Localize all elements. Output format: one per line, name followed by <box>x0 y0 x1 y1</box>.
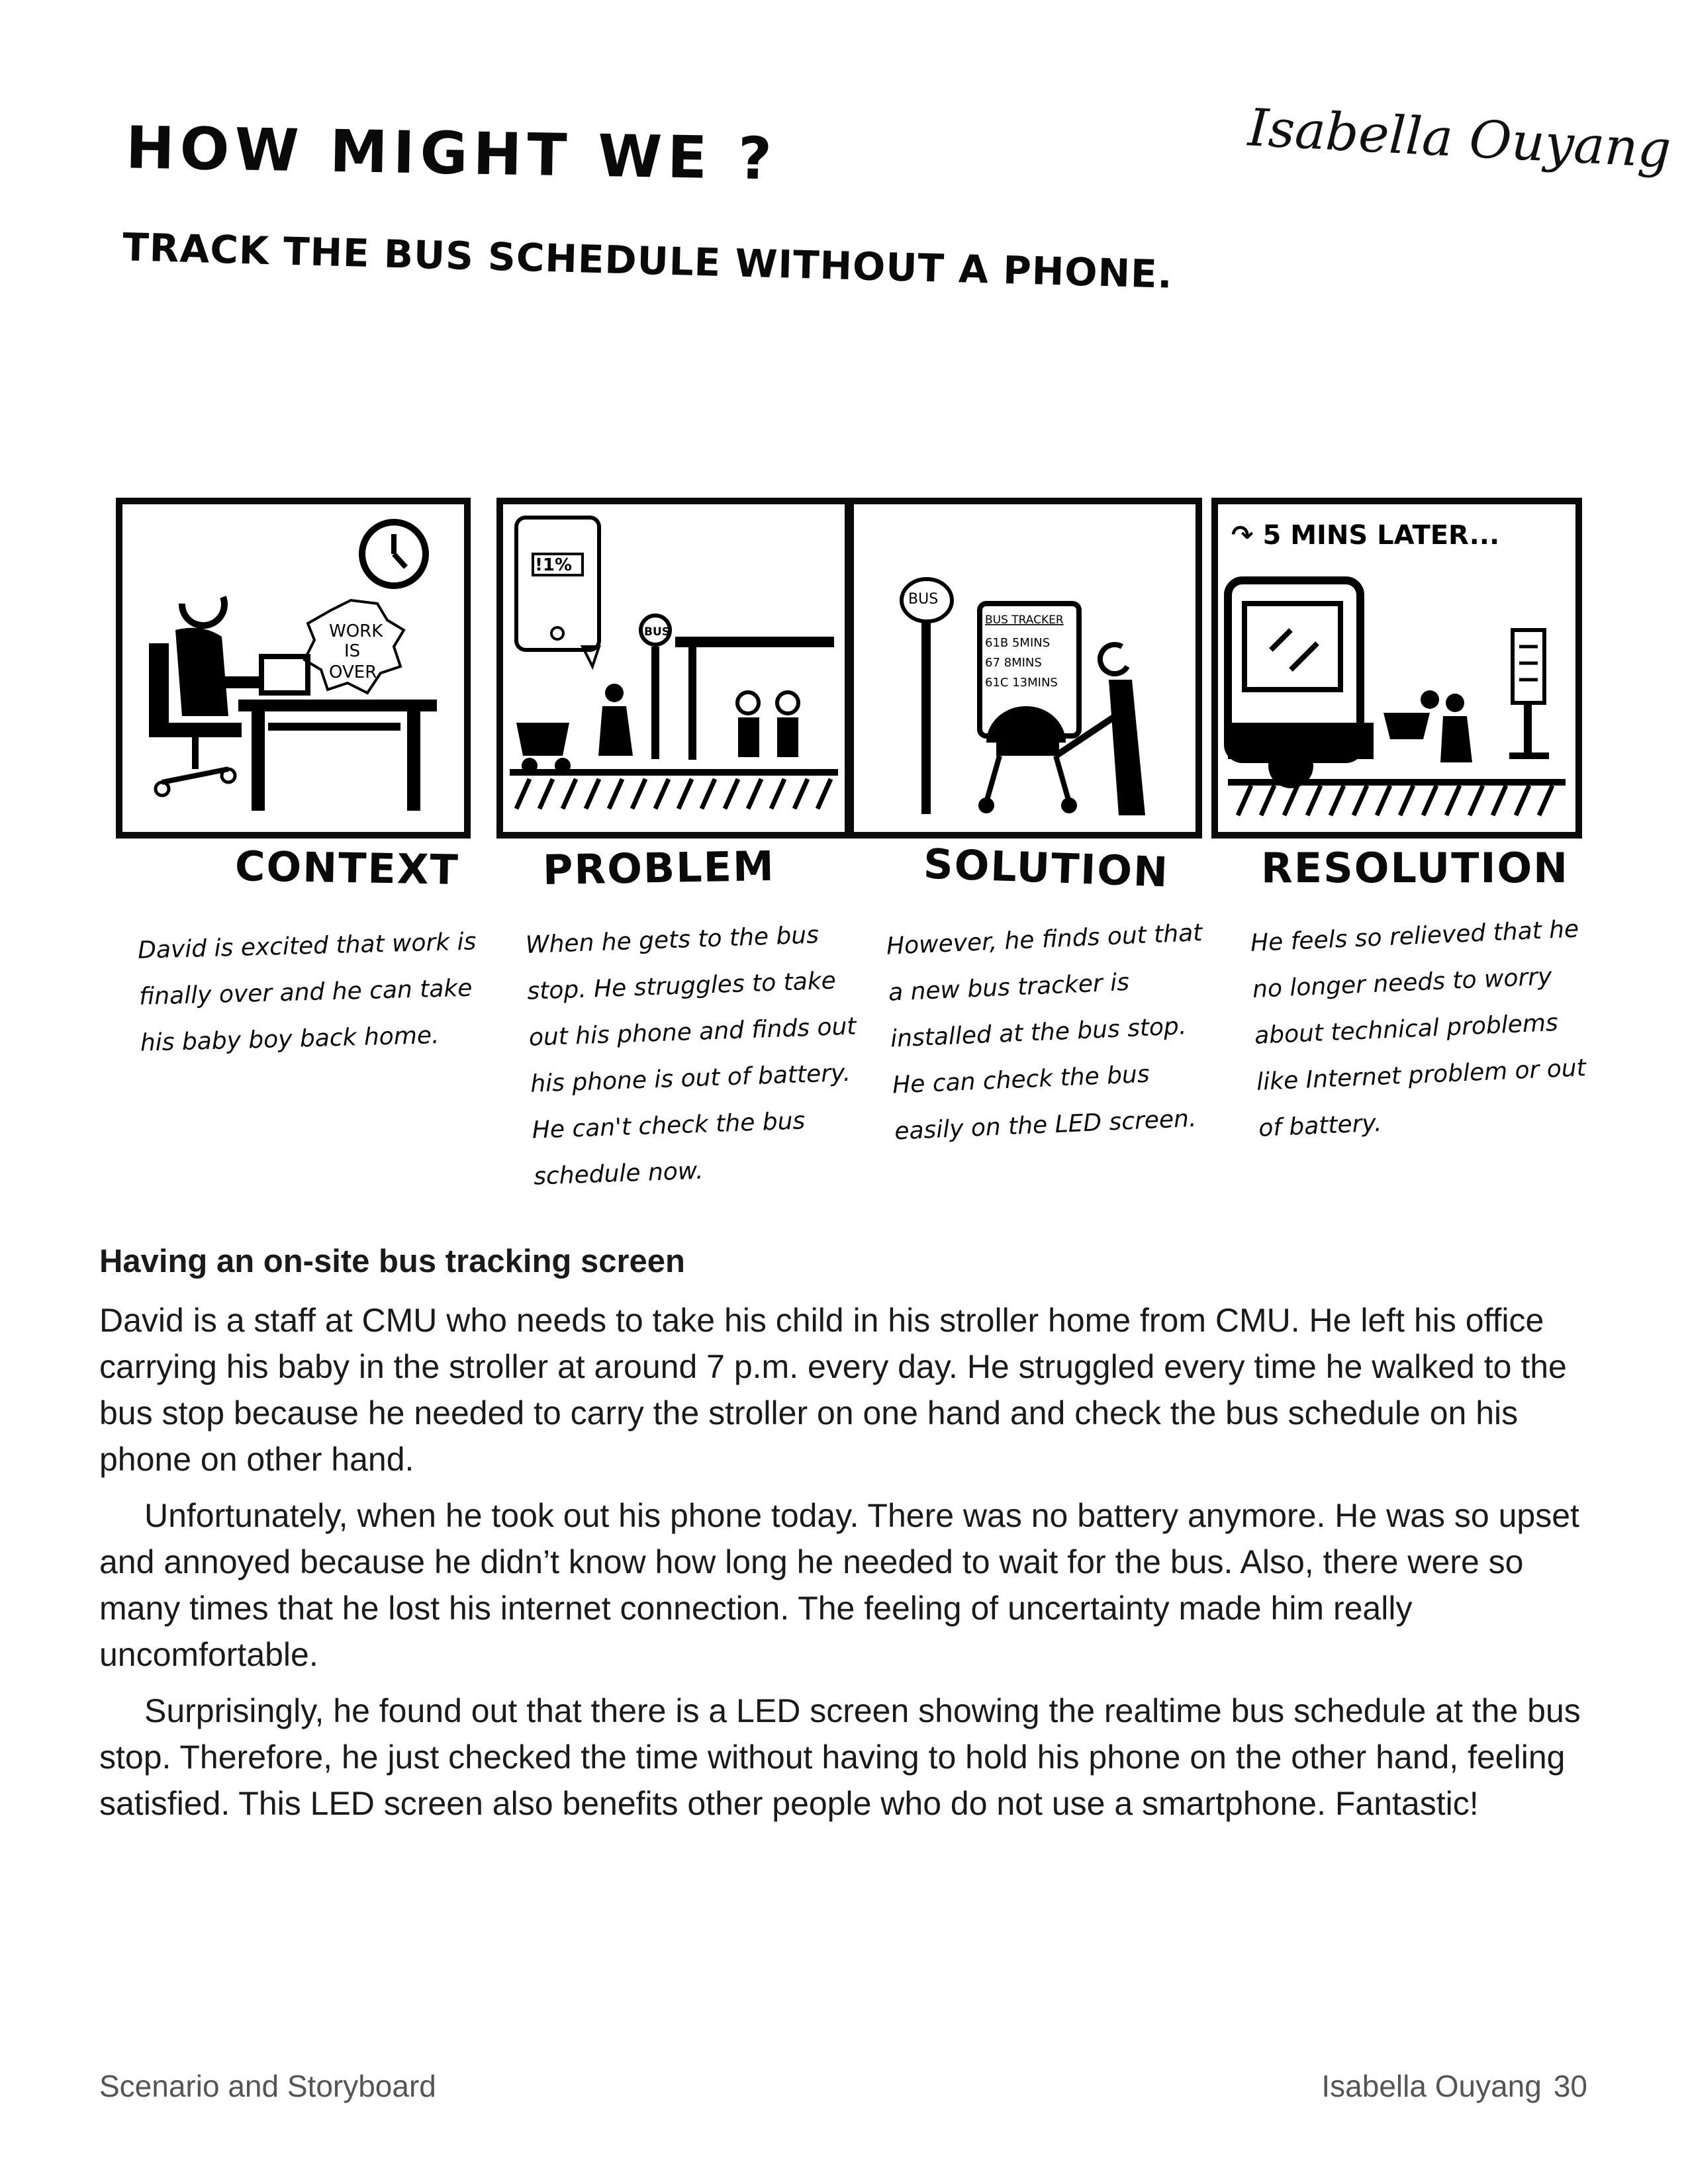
person-head <box>1446 694 1464 712</box>
ground-hatch <box>1235 784 1555 817</box>
laptop-icon <box>259 654 310 696</box>
storyboard-panel-solution: BUS BUS TRACKER 61B 5MINS 67 8MINS 61C 1… <box>847 498 1202 839</box>
page-number: 30 <box>1553 2069 1587 2103</box>
tracker-row-2: 67 8MINS <box>985 656 1042 670</box>
storyboard-panel-context: WORK IS OVER <box>116 498 471 839</box>
time-note: ↷ 5 MINS LATER... <box>1231 520 1499 551</box>
footer-author-page: Isabella Ouyang 30 <box>1321 2068 1587 2104</box>
hmw-heading: HOW MIGHT WE ? <box>125 113 778 193</box>
panel-caption-solution: However, he finds out that a new bus tra… <box>886 919 1203 1146</box>
panel-caption-context: David is excited that work is finally ov… <box>137 928 477 1057</box>
footer-author: Isabella Ouyang <box>1321 2069 1542 2103</box>
person-head <box>178 596 228 629</box>
panel-caption-problem: When he gets to the bus stop. He struggl… <box>525 921 857 1191</box>
panel-title-context: CONTEXT <box>234 842 460 894</box>
shelter-roof <box>675 637 834 647</box>
hmw-statement: TRACK THE BUS SCHEDULE WITHOUT A PHONE. <box>122 224 1174 297</box>
sign-line-3: OVER <box>329 662 377 682</box>
person-body <box>1109 680 1145 815</box>
author-signature: Isabella Ouyang <box>1246 98 1673 180</box>
phone-icon <box>514 516 601 652</box>
stroller <box>1383 713 1430 739</box>
panel-caption-resolution: He feels so relieved that he no longer n… <box>1250 915 1587 1142</box>
person-body <box>598 706 633 756</box>
stroller <box>516 723 569 756</box>
person-body <box>1440 716 1472 762</box>
sign-line-1: WORK <box>329 621 383 641</box>
ground-hatch <box>514 778 833 810</box>
body-paragraph: David is a staff at CMU who needs to tak… <box>99 1302 1567 1478</box>
storyboard-panel-resolution: ↷ 5 MINS LATER... <box>1211 498 1582 839</box>
desk <box>238 700 437 711</box>
section-heading: Having an on-site bus tracking screen <box>99 1244 685 1279</box>
tracker-title: BUS TRACKER <box>985 614 1064 627</box>
battery-text: !1% <box>535 555 572 575</box>
tracker-row-1: 61B 5MINS <box>985 636 1050 650</box>
context-illustration: WORK IS OVER <box>149 519 437 811</box>
led-screen-icon <box>1511 628 1546 705</box>
body-paragraph: Surprisingly, he found out that there is… <box>99 1692 1581 1822</box>
body-paragraph: Unfortunately, when he took out his phon… <box>99 1497 1579 1673</box>
panel-title-solution: SOLUTION <box>922 839 1170 897</box>
resolution-illustration: ↷ 5 MINS LATER... <box>1224 520 1566 817</box>
svg-text:BUS: BUS <box>908 591 938 608</box>
stroller <box>986 706 1066 743</box>
panel-title-resolution: RESOLUTION <box>1261 844 1570 892</box>
chair-back <box>149 643 169 729</box>
sign-line-2: IS <box>344 641 360 661</box>
tracker-row-3: 61C 13MINS <box>985 676 1058 690</box>
panel-title-problem: PROBLEM <box>542 841 776 895</box>
storyboard-panel-problem: !1% BUS <box>496 498 851 839</box>
problem-illustration: !1% BUS <box>510 516 838 810</box>
footer-section-name: Scenario and Storyboard <box>99 2069 436 2103</box>
person-body <box>175 627 228 716</box>
bus-window <box>1242 601 1343 692</box>
solution-illustration: BUS BUS TRACKER 61B 5MINS 67 8MINS 61C 1… <box>900 577 1145 815</box>
svg-text:BUS: BUS <box>644 625 670 639</box>
person-head <box>1097 642 1130 677</box>
